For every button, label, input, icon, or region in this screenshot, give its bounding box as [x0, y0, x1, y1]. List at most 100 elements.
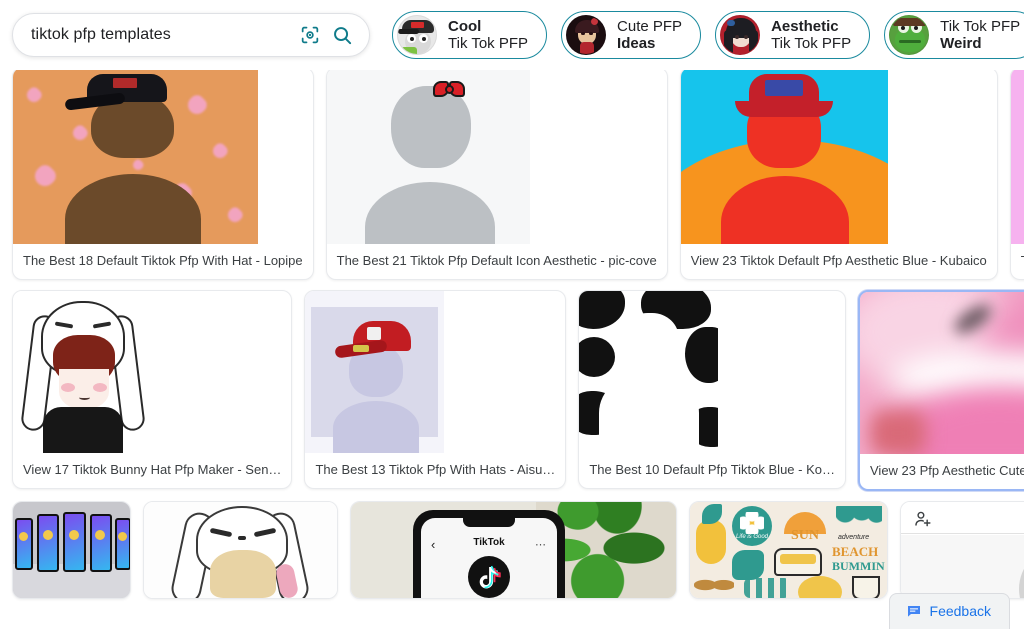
- chip-label: Tik Tok PFP Weird: [940, 18, 1020, 52]
- avatar-body: [333, 401, 420, 453]
- results-row-3: ‹ TikTok ⋯ Life is Good SUN adventure BE…: [0, 501, 1024, 599]
- body-black: [43, 407, 123, 453]
- result-card[interactable]: Life is Good SUN adventure BEACH BUMMIN: [689, 501, 888, 599]
- cap-logo: [113, 78, 137, 88]
- chip-label: Aesthetic Tik Tok PFP: [771, 18, 851, 52]
- result-card[interactable]: The Best 21 Tiktok Pfp Default Icon Aest…: [325, 70, 668, 280]
- screen-icon: [19, 532, 28, 541]
- blonde-hair: [210, 550, 276, 598]
- google-lens-icon[interactable]: [297, 22, 323, 48]
- result-card[interactable]: The Best 10 Default Pfp Tiktok Blue - Ko…: [578, 290, 846, 489]
- results-row-1: The Best 18 Default Tiktok Pfp With Hat …: [0, 70, 1024, 280]
- image-results-grid: The Best 18 Default Tiktok Pfp With Hat …: [0, 70, 1024, 629]
- white-bunny-hood-anime: [144, 502, 337, 598]
- feedback-button[interactable]: Feedback: [888, 593, 1010, 629]
- red-cap-lavender-pfp: [305, 291, 445, 453]
- beach-text: BEACH: [832, 544, 879, 559]
- chip-line1: Aesthetic: [771, 18, 839, 35]
- person-add-icon[interactable]: [913, 509, 933, 529]
- results-row-2: View 17 Tiktok Bunny Hat Pfp Maker - Sen…: [0, 290, 1024, 491]
- phone: [115, 518, 130, 570]
- cow-spot: [579, 337, 616, 377]
- grey-default-bow-pfp: [326, 70, 530, 244]
- cap-logo: [367, 327, 382, 340]
- phones-display-purple: [13, 502, 130, 598]
- result-caption: The Best 21 Tiktok Pfp Default Icon Aest…: [336, 253, 657, 268]
- daisy-petals: [740, 512, 764, 534]
- chip-cute-pfp-ideas[interactable]: Cute PFP Ideas: [561, 11, 702, 59]
- blue-orange-bucket-hat-pfp: [680, 70, 888, 244]
- fairy-wing-left: [1017, 74, 1024, 182]
- related-search-chips: Cool Tik Tok PFP Cute PFP Ideas Aestheti…: [392, 11, 1024, 59]
- screen-icon: [95, 530, 105, 540]
- red-anime-girl-avatar: [720, 15, 761, 55]
- blurry-pink-pfp: [860, 292, 1024, 454]
- sun-text: SUN: [790, 528, 819, 543]
- search-header: tiktok pfp templates Cool Tik Tok PFP Cu…: [0, 0, 1024, 70]
- phone: [37, 514, 59, 572]
- orange-hearts-cap-pfp: [13, 70, 258, 244]
- anime-bunny-hat-pfp: [13, 291, 152, 453]
- blur-blob: [870, 410, 926, 454]
- search-box[interactable]: tiktok pfp templates: [12, 13, 370, 57]
- avatar-body: [599, 371, 700, 453]
- avatar-body: [364, 182, 495, 244]
- result-card[interactable]: The Best 25 Default Tiktok Pfp Aesthetic…: [1009, 70, 1024, 280]
- hood-nose: [238, 536, 246, 540]
- cap-sticker: [353, 345, 370, 352]
- result-caption: View 23 Pfp Aesthetic Cute Tiktok Profil…: [870, 463, 1024, 478]
- avatar-head: [621, 313, 680, 369]
- phone: [63, 512, 86, 572]
- search-input[interactable]: tiktok pfp templates: [31, 26, 291, 44]
- bummin-text: BUMMIN: [832, 559, 885, 573]
- chip-tiktok-pfp-weird[interactable]: Tik Tok PFP Weird: [884, 11, 1024, 59]
- monkey-cap-avatar: [397, 15, 437, 55]
- result-caption: View 17 Tiktok Bunny Hat Pfp Maker - Sen…: [23, 462, 282, 477]
- screen-icon: [69, 530, 79, 540]
- chip-line2: Tik Tok PFP: [771, 35, 852, 52]
- result-card[interactable]: The Best 13 Tiktok Pfp With Hats - Aisu…: [304, 290, 567, 489]
- result-caption: View 23 Tiktok Default Pfp Aesthetic Blu…: [690, 253, 987, 268]
- chip-cool-tiktok-pfp[interactable]: Cool Tik Tok PFP: [392, 11, 548, 59]
- result-card[interactable]: ‹ TikTok ⋯: [350, 501, 677, 599]
- cow-spot: [579, 291, 626, 329]
- screen-icon: [43, 530, 53, 540]
- phone: [15, 518, 33, 570]
- waves-sticker: [744, 578, 790, 598]
- pineapple-sticker: [696, 520, 726, 564]
- result-caption: The Best 18 Default Tiktok Pfp With Hat …: [23, 253, 303, 268]
- shaka-hand-sticker: [732, 550, 764, 580]
- result-card[interactable]: [12, 501, 131, 599]
- result-card[interactable]: View 17 Tiktok Bunny Hat Pfp Maker - Sen…: [12, 290, 293, 489]
- profile-card-sk: SK ▾: [901, 502, 1024, 598]
- cow-print-pfp: [579, 291, 719, 453]
- result-card-selected[interactable]: View 23 Pfp Aesthetic Cute Tiktok Profil…: [858, 290, 1024, 491]
- tiktok-logo-icon: [468, 556, 510, 598]
- sun-circle-sticker: [798, 576, 842, 598]
- result-card[interactable]: View 23 Tiktok Default Pfp Aesthetic Blu…: [679, 70, 998, 280]
- result-caption: The Best 10 Default Pfp Tiktok Blue - Ko…: [589, 462, 835, 477]
- chip-label: Cool Tik Tok PFP: [448, 18, 528, 52]
- card-body: [901, 535, 1024, 598]
- search-icon[interactable]: [329, 22, 355, 48]
- life-is-good-text: Life is Good: [735, 534, 769, 540]
- hello-kitty-bow-icon: [432, 80, 467, 98]
- chip-line2: Ideas: [617, 35, 656, 52]
- dark-anime-avatar: [566, 15, 607, 55]
- more-horizontal-icon: ⋯: [535, 539, 547, 551]
- result-card[interactable]: [143, 501, 338, 599]
- screen-icon: [118, 532, 127, 541]
- chip-aesthetic-tiktok-pfp[interactable]: Aesthetic Tik Tok PFP: [715, 11, 871, 59]
- phone: [90, 514, 112, 572]
- feedback-chat-icon: [906, 603, 922, 619]
- hat-text: [764, 80, 803, 96]
- phone-screen: ‹ TikTok ⋯: [421, 518, 557, 598]
- chip-line1: Cute PFP: [617, 18, 683, 35]
- result-card[interactable]: SK ▾: [900, 501, 1024, 599]
- sandals-sticker: [694, 572, 734, 598]
- result-card[interactable]: The Best 18 Default Tiktok Pfp With Hat …: [12, 70, 314, 280]
- palm-trees-sticker: [836, 506, 882, 536]
- mouth: [79, 395, 90, 400]
- pepe-frog-avatar: [889, 15, 930, 55]
- feedback-label: Feedback: [929, 603, 991, 619]
